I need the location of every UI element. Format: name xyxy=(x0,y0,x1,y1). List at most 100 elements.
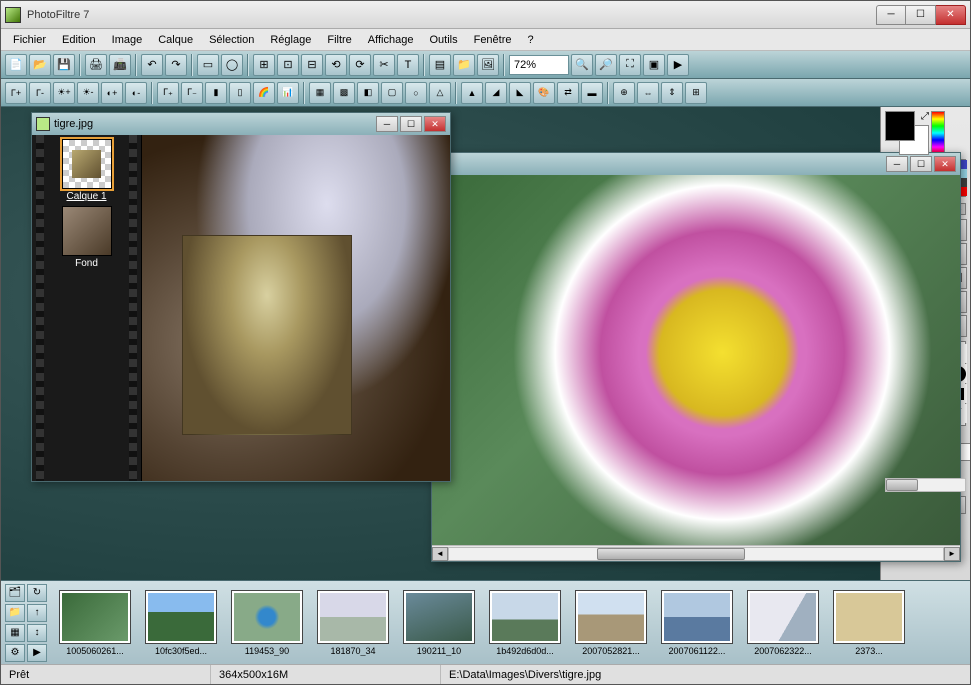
scroll-track[interactable] xyxy=(448,547,944,561)
brightness-plus-icon[interactable]: ☀+ xyxy=(53,82,75,104)
thumb-tree-icon[interactable]: 🗂 xyxy=(5,584,25,602)
contrast-plus-icon[interactable]: ◐+ xyxy=(101,82,123,104)
thumbnail-image[interactable] xyxy=(747,590,819,644)
thumb-play-icon[interactable]: ▶ xyxy=(27,644,47,662)
maximize-button[interactable]: ☐ xyxy=(906,5,936,25)
actual-size-icon[interactable]: ⊞ xyxy=(253,54,275,76)
contrast-minus-icon[interactable]: ◐- xyxy=(125,82,147,104)
crop-icon[interactable]: ✂ xyxy=(373,54,395,76)
child-close-button[interactable]: ✕ xyxy=(934,156,956,172)
undo-icon[interactable]: ↶ xyxy=(141,54,163,76)
save-icon[interactable]: 💾 xyxy=(53,54,75,76)
titlebar[interactable]: PhotoFiltre 7 ─ ☐ ✕ xyxy=(1,1,970,29)
menu-fentre[interactable]: Fenêtre xyxy=(466,32,520,48)
minimize-button[interactable]: ─ xyxy=(876,5,906,25)
child-titlebar-tigre[interactable]: tigre.jpg ─ ☐ ✕ xyxy=(32,113,450,135)
document-window-flower[interactable]: ─ ☐ ✕ ◄ ► xyxy=(431,152,961,562)
gamma-correct-plus-icon[interactable]: Γ₊ xyxy=(157,82,179,104)
child-minimize-button[interactable]: ─ xyxy=(376,116,398,132)
rotate-left-icon[interactable]: ⟲ xyxy=(325,54,347,76)
thumbnail-item[interactable]: 2007052821... xyxy=(571,590,651,656)
thumbnail-item[interactable]: 119453_90 xyxy=(227,590,307,656)
new-icon[interactable]: 📄 xyxy=(5,54,27,76)
layer-item[interactable]: Calque 1 xyxy=(36,139,137,202)
sharpen-icon[interactable]: △ xyxy=(429,82,451,104)
pression-thumb[interactable] xyxy=(886,479,918,491)
thumb-sort-icon[interactable]: ↕ xyxy=(27,624,47,642)
thumb-refresh-icon[interactable]: ↻ xyxy=(27,584,47,602)
child-titlebar-flower[interactable]: ─ ☐ ✕ xyxy=(432,153,960,175)
rotate-right-icon[interactable]: ⟳ xyxy=(349,54,371,76)
blur-icon[interactable]: ○ xyxy=(405,82,427,104)
close-button[interactable]: ✕ xyxy=(936,5,966,25)
grayscale-icon[interactable]: ◧ xyxy=(357,82,379,104)
fit-icon[interactable]: ⊡ xyxy=(277,54,299,76)
variations-icon[interactable]: ⊕ xyxy=(613,82,635,104)
ellipse-select-icon[interactable]: ◯ xyxy=(221,54,243,76)
relief-up-icon[interactable]: ◢ xyxy=(485,82,507,104)
open-icon[interactable]: 📂 xyxy=(29,54,51,76)
thumbnail-image[interactable] xyxy=(145,590,217,644)
zoom-out-icon[interactable]: 🔎 xyxy=(595,54,617,76)
scroll-right-button[interactable]: ► xyxy=(944,547,960,561)
image-manager-icon[interactable]: 🖼 xyxy=(477,54,499,76)
child-maximize-button[interactable]: ☐ xyxy=(910,156,932,172)
menu-fichier[interactable]: Fichier xyxy=(5,32,54,48)
dither1-icon[interactable]: ▦ xyxy=(309,82,331,104)
scanner-icon[interactable]: 📠 xyxy=(109,54,131,76)
sharpen-more-icon[interactable]: ▲ xyxy=(461,82,483,104)
tiger-layer-overlay[interactable] xyxy=(182,235,352,435)
child-maximize-button[interactable]: ☐ xyxy=(400,116,422,132)
histogram-icon[interactable]: 📊 xyxy=(277,82,299,104)
thumbnail-item[interactable]: 2007061122... xyxy=(657,590,737,656)
layer-item[interactable]: Fond xyxy=(36,206,137,269)
foreground-color-swatch[interactable] xyxy=(885,111,915,141)
thumbnail-item[interactable]: 1005060261... xyxy=(55,590,135,656)
scroll-left-button[interactable]: ◄ xyxy=(432,547,448,561)
thumbnail-image[interactable] xyxy=(661,590,733,644)
document-window-tigre[interactable]: tigre.jpg ─ ☐ ✕ Calque 1 xyxy=(31,112,451,482)
foreground-background-swatch[interactable]: ⤢ xyxy=(885,111,929,155)
layer-thumbnail[interactable] xyxy=(62,139,112,189)
thumbnail-image[interactable] xyxy=(317,590,389,644)
menu-rglage[interactable]: Réglage xyxy=(262,32,319,48)
thumbnail-scroll[interactable]: 1005060261...10fc30f5ed...119453_9018187… xyxy=(55,590,966,656)
zoom-fit-icon[interactable]: ⛶ xyxy=(619,54,641,76)
thumbnail-image[interactable] xyxy=(833,590,905,644)
swap-colors-icon[interactable]: ⤢ xyxy=(921,111,929,122)
menu-calque[interactable]: Calque xyxy=(150,32,201,48)
gradient-icon[interactable]: ▬ xyxy=(581,82,603,104)
thumb-view-icon[interactable]: ▦ xyxy=(5,624,25,642)
saturation-minus-icon[interactable]: ▯ xyxy=(229,82,251,104)
dither2-icon[interactable]: ▩ xyxy=(333,82,355,104)
thumbnail-item[interactable]: 10fc30f5ed... xyxy=(141,590,221,656)
saturation-plus-icon[interactable]: ▮ xyxy=(205,82,227,104)
thumbnail-item[interactable]: 190211_10 xyxy=(399,590,479,656)
menu-image[interactable]: Image xyxy=(104,32,151,48)
thumbnail-image[interactable] xyxy=(231,590,303,644)
gamma-correct-minus-icon[interactable]: Γ₋ xyxy=(181,82,203,104)
fullscreen-icon[interactable]: ▣ xyxy=(643,54,665,76)
scroll-thumb[interactable] xyxy=(597,548,745,560)
gamma-minus-icon[interactable]: Γ- xyxy=(29,82,51,104)
redo-icon[interactable]: ↷ xyxy=(165,54,187,76)
thumbnail-image[interactable] xyxy=(575,590,647,644)
flip-v-icon[interactable]: ⇕ xyxy=(661,82,683,104)
fit-all-icon[interactable]: ⊟ xyxy=(301,54,323,76)
color-spectrum[interactable] xyxy=(931,111,945,155)
image-view-flower[interactable] xyxy=(432,175,960,545)
thumbnail-item[interactable]: 181870_34 xyxy=(313,590,393,656)
relief-down-icon[interactable]: ◣ xyxy=(509,82,531,104)
sepia-icon[interactable]: ▢ xyxy=(381,82,403,104)
thumbnail-image[interactable] xyxy=(489,590,561,644)
hue-icon[interactable]: 🌈 xyxy=(253,82,275,104)
child-close-button[interactable]: ✕ xyxy=(424,116,446,132)
zoom-input[interactable] xyxy=(509,55,569,75)
module-icon[interactable]: ⊞ xyxy=(685,82,707,104)
thumb-folder-icon[interactable]: 📁 xyxy=(5,604,25,622)
folder-icon[interactable]: 📁 xyxy=(453,54,475,76)
menu-filtre[interactable]: Filtre xyxy=(319,32,359,48)
thumbnail-item[interactable]: 1b492d6d0d... xyxy=(485,590,565,656)
image-view-tigre[interactable] xyxy=(142,135,450,481)
thumb-up-icon[interactable]: ↑ xyxy=(27,604,47,622)
